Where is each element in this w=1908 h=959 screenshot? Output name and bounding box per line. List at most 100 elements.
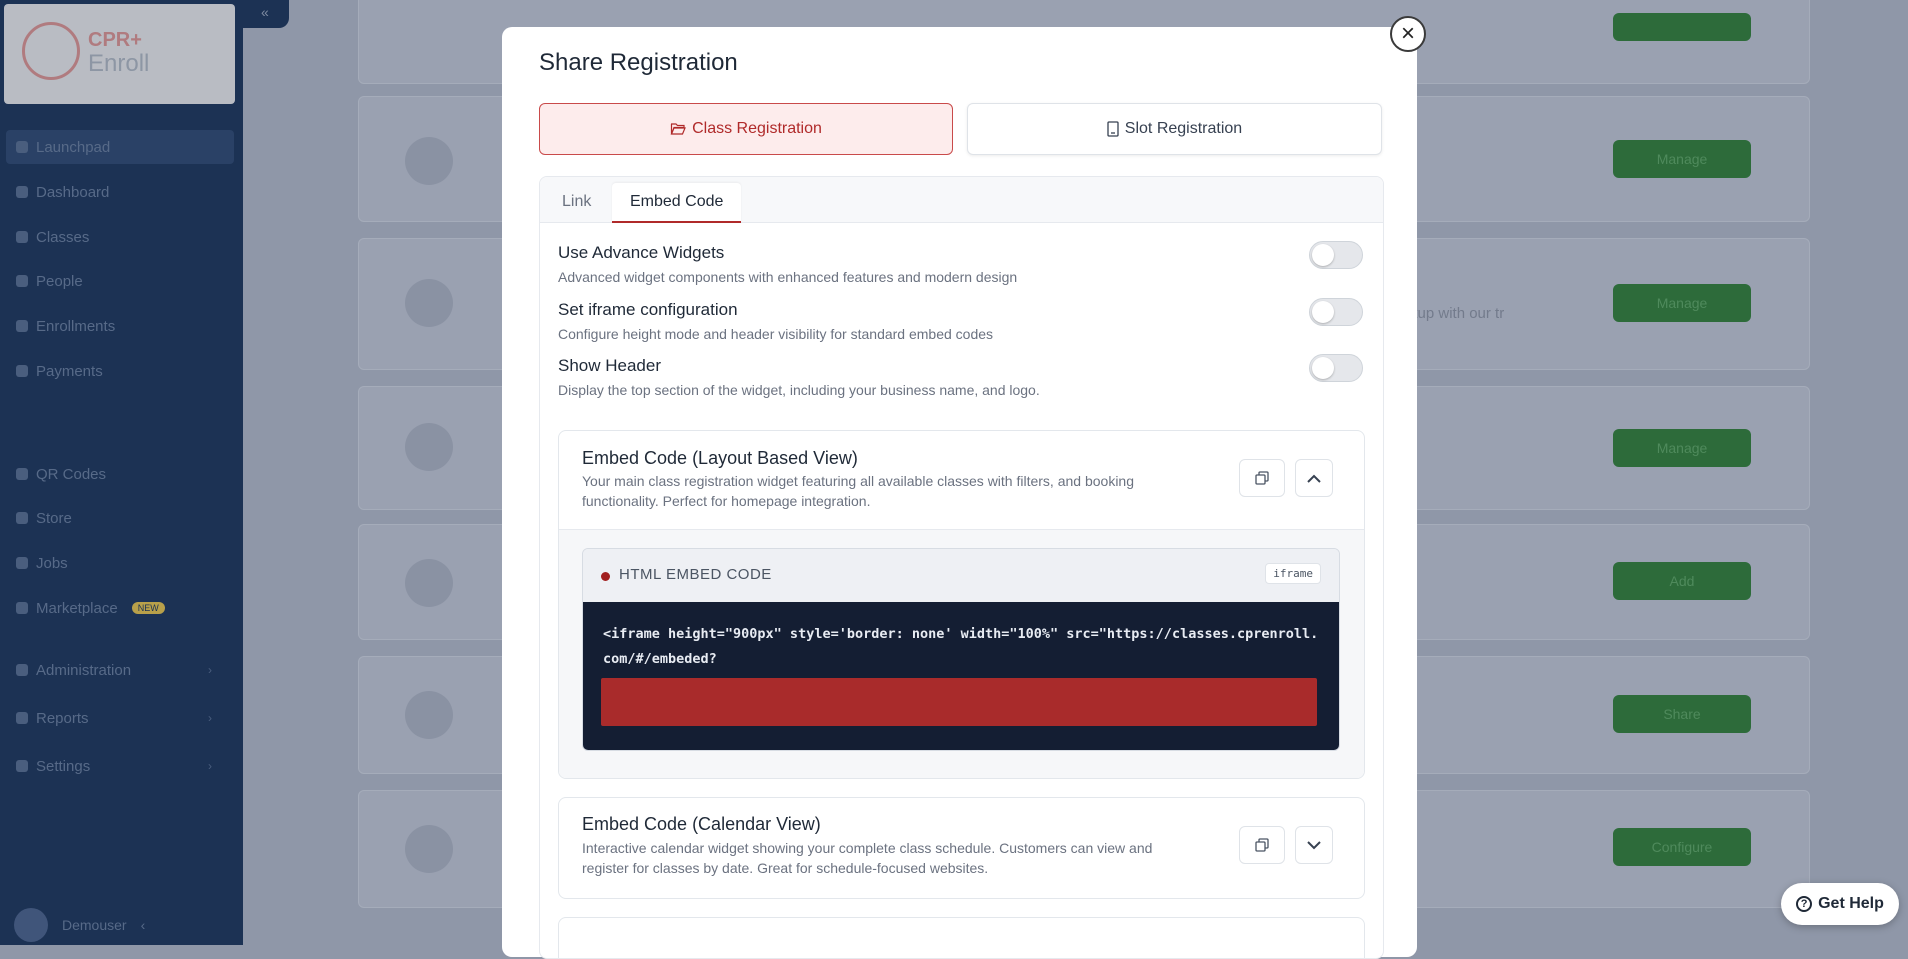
redacted-block <box>601 678 1317 726</box>
tab-embed-code[interactable]: Embed Code <box>612 183 742 223</box>
sidebar-item-classes[interactable]: Classes <box>16 226 89 248</box>
chevron-left-icon: « <box>261 4 269 20</box>
close-button[interactable]: × <box>1390 16 1426 52</box>
sidebar-item-label: Dashboard <box>36 183 110 201</box>
sidebar-item-label: Classes <box>36 228 90 246</box>
payments-icon <box>16 365 28 377</box>
copy-icon <box>1255 838 1269 852</box>
embed-card-next <box>558 917 1365 958</box>
close-icon: × <box>1400 20 1415 47</box>
embed-card-description: Your main class registration widget feat… <box>582 473 1134 509</box>
embed-code-text[interactable]: <iframe height="900px" style='border: no… <box>603 622 1323 672</box>
sidebar-item-qr-codes[interactable]: QR Codes <box>16 463 106 485</box>
classes-icon <box>16 231 28 243</box>
sidebar-item-store[interactable]: Store <box>16 507 72 529</box>
sidebar-item-settings[interactable]: Settings <box>16 755 90 777</box>
sidebar-item-administration[interactable]: Administration <box>16 659 131 681</box>
status-dot <box>601 572 610 581</box>
team-icon <box>405 559 453 607</box>
card-action-button[interactable]: Manage <box>1613 140 1751 178</box>
share-panel: Link Embed Code Use Advance Widgets Adva… <box>539 176 1384 959</box>
toggle-knob <box>1312 357 1334 379</box>
slot-registration-tab[interactable]: Slot Registration <box>967 103 1382 155</box>
qr-code-icon <box>16 468 28 480</box>
share-registration-modal: Share Registration Class Registration Sl… <box>502 27 1417 959</box>
new-badge: NEW <box>131 602 165 614</box>
get-help-button[interactable]: ? Get Help <box>1781 883 1899 925</box>
embed-card-title: Embed Code (Calendar View) <box>582 814 821 834</box>
sidebar-item-label: Reports <box>36 709 89 727</box>
card-action-button[interactable]: Share <box>1613 695 1751 733</box>
code-header: HTML EMBED CODE iframe <box>583 549 1339 602</box>
sidebar-item-reports[interactable]: Reports <box>16 707 89 729</box>
sidebar-collapse-toggle[interactable]: « <box>243 0 289 28</box>
sidebar-item-marketplace[interactable]: Marketplace NEW <box>16 597 165 619</box>
calendar-grid-icon <box>405 825 453 873</box>
iframe-configuration-toggle[interactable] <box>1309 298 1363 326</box>
sidebar-item-launchpad[interactable]: Launchpad <box>6 130 234 164</box>
user-name: Demouser <box>62 917 127 933</box>
card-action-button[interactable] <box>1613 13 1751 41</box>
card-action-button[interactable]: Manage <box>1613 429 1751 467</box>
toggle-knob <box>1312 301 1334 323</box>
code-type-badge: iframe <box>1265 563 1321 584</box>
people-icon <box>16 275 28 287</box>
setting-title: Set iframe configuration <box>558 300 738 319</box>
settings-icon <box>16 760 28 772</box>
sidebar-item-enrollments[interactable]: Enrollments <box>16 315 115 337</box>
calendar-icon <box>405 279 453 327</box>
sidebar-item-label: Administration <box>36 661 132 679</box>
store-icon <box>16 512 28 524</box>
card-action-button[interactable]: Configure <box>1613 828 1751 866</box>
code-label: HTML EMBED CODE <box>619 566 772 583</box>
copy-button[interactable] <box>1239 459 1285 497</box>
folder-open-icon <box>670 123 686 135</box>
graduation-cap-icon <box>405 137 453 185</box>
code-content[interactable]: <iframe height="900px" style='border: no… <box>583 602 1339 750</box>
embed-card-title: Embed Code (Layout Based View) <box>582 448 858 468</box>
user-menu[interactable]: Demouser ‹ <box>14 908 145 942</box>
get-help-label: Get Help <box>1818 895 1884 912</box>
jobs-icon <box>16 557 28 569</box>
modal-title: Share Registration <box>539 49 738 76</box>
reports-icon <box>16 712 28 724</box>
brand-logo[interactable]: CPR+ Enroll <box>4 4 235 104</box>
advance-widgets-toggle[interactable] <box>1309 241 1363 269</box>
chevron-right-icon: › <box>208 663 212 677</box>
sidebar-item-label: Payments <box>36 362 103 380</box>
logo-mark <box>22 22 80 80</box>
copy-icon <box>1255 471 1269 485</box>
marketplace-icon <box>16 602 28 614</box>
copy-button[interactable] <box>1239 826 1285 864</box>
setting-advance-widgets: Use Advance Widgets Advanced widget comp… <box>558 241 1363 285</box>
dashboard-icon <box>16 186 28 198</box>
logo-text: CPR+ <box>88 29 142 51</box>
sidebar-item-jobs[interactable]: Jobs <box>16 552 68 574</box>
sidebar-item-people[interactable]: People <box>16 270 83 292</box>
setting-iframe-configuration: Set iframe configuration Configure heigh… <box>558 298 1363 342</box>
tab-link[interactable]: Link <box>562 183 591 221</box>
embed-card-layout-view: Embed Code (Layout Based View) Your main… <box>558 430 1365 779</box>
admin-icon <box>16 664 28 676</box>
chevron-left-icon: ‹ <box>140 917 146 933</box>
expand-button[interactable] <box>1295 826 1333 864</box>
class-registration-tab[interactable]: Class Registration <box>539 103 953 155</box>
sidebar: CPR+ Enroll Launchpad Dashboard Classes … <box>0 0 243 945</box>
chevron-right-icon: › <box>208 711 212 725</box>
bookmark-icon <box>1107 121 1119 137</box>
logo-text-sub: Enroll <box>88 50 150 77</box>
avatar <box>14 908 48 942</box>
toggle-knob <box>1312 244 1334 266</box>
setting-show-header: Show Header Display the top section of t… <box>558 354 1363 398</box>
share-icon <box>405 691 453 739</box>
collapse-button[interactable] <box>1295 459 1333 497</box>
sidebar-item-dashboard[interactable]: Dashboard <box>16 181 109 203</box>
setting-title: Use Advance Widgets <box>558 243 725 262</box>
setting-description: Display the top section of the widget, i… <box>558 382 1040 398</box>
card-action-button[interactable]: Add <box>1613 562 1751 600</box>
sidebar-item-payments[interactable]: Payments <box>16 360 103 382</box>
show-header-toggle[interactable] <box>1309 354 1363 382</box>
slot-registration-label: Slot Registration <box>1124 120 1243 137</box>
sidebar-item-label: Settings <box>36 757 91 775</box>
card-action-button[interactable]: Manage <box>1613 284 1751 322</box>
